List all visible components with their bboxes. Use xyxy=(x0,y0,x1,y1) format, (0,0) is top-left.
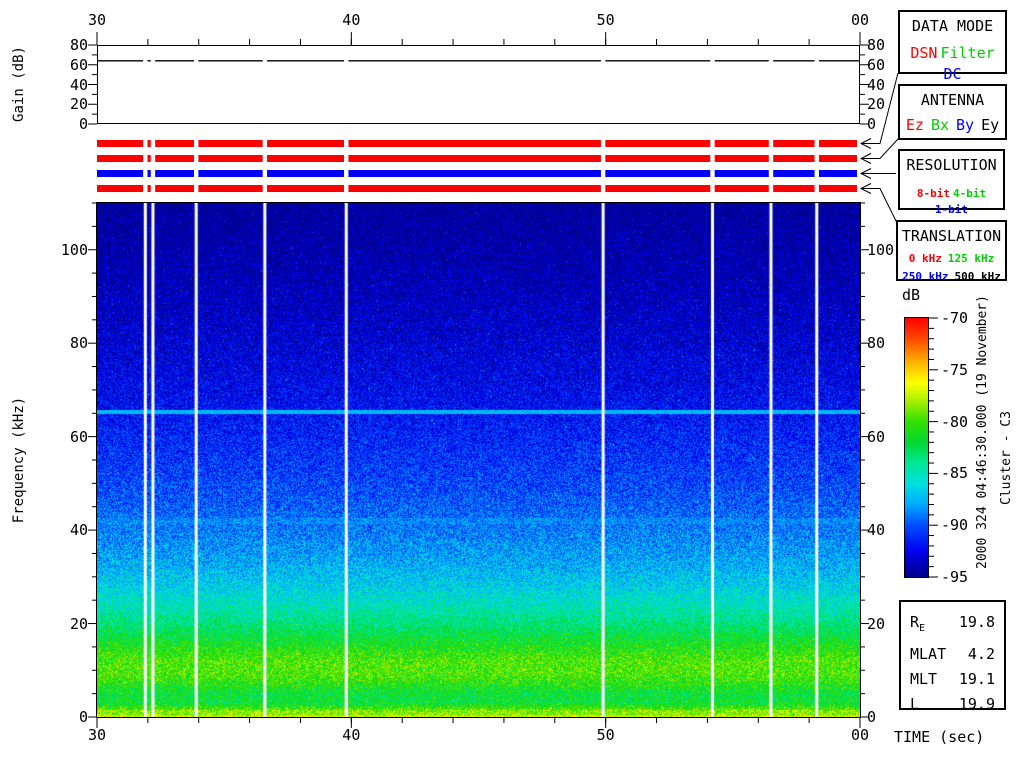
frequency-axis-title: Frequency (kHz) xyxy=(11,390,27,530)
freq-tick-label-left: 20 xyxy=(48,616,88,632)
ephemeris-value: 4.2 xyxy=(968,645,995,663)
callout-arrow-resolution xyxy=(861,169,896,179)
ephemeris-value: 19.9 xyxy=(959,695,995,713)
option-ez: Ez xyxy=(906,116,924,134)
translation-panel: TRANSLATION 0 kHz 125 kHz 250 kHz 500 kHz xyxy=(896,220,1007,281)
data-mode-options: DSN Filter DC xyxy=(900,44,1005,83)
colorbar-tick-label: -75 xyxy=(941,362,981,378)
antenna-options: Ez Bx By Ey xyxy=(900,116,1005,134)
option-bx: Bx xyxy=(931,116,949,134)
gain-tick-label-right: 40 xyxy=(867,77,907,93)
freq-tick-label-left: 0 xyxy=(48,709,88,725)
freq-tick-label-left: 40 xyxy=(48,522,88,538)
option-1-bit: 1-bit xyxy=(935,203,968,216)
option-500-khz: 500 kHz xyxy=(955,270,1001,283)
time-tick-label-top: 30 xyxy=(80,12,114,28)
resolution-panel: RESOLUTION 8-bit 4-bit 1-bit xyxy=(898,149,1005,210)
ephemeris-label: RE xyxy=(910,613,925,638)
ephemeris-row: MLAT 4.2 xyxy=(901,645,1004,663)
ephemeris-label: MLT xyxy=(910,670,937,688)
option-125-khz: 125 kHz xyxy=(948,252,994,265)
freq-tick-label-right: 80 xyxy=(867,335,907,351)
time-tick-label-top: 00 xyxy=(843,12,877,28)
gain-tick-label-right: 80 xyxy=(867,37,907,53)
gain-tick-label-right: 60 xyxy=(867,57,907,73)
ephemeris-panel: RE 19.8 MLAT 4.2 MLT 19.1 L 19.9 xyxy=(899,600,1006,710)
start-datetime-label: 2000 324 04:46:30.000 (19 November) xyxy=(975,286,991,578)
colorbar-tick-label: -90 xyxy=(941,517,981,533)
colorbar-gradient xyxy=(905,318,928,577)
freq-tick-label-right: 20 xyxy=(867,616,907,632)
antenna-panel: ANTENNA Ez Bx By Ey xyxy=(898,84,1007,140)
colorbar-tick-label: -95 xyxy=(941,569,981,585)
option-filter: Filter xyxy=(940,44,994,62)
spectrogram-canvas xyxy=(97,203,860,717)
wbd-plot-page: Gain (dB) Frequency (kHz) 2000 324 04:46… xyxy=(0,0,1024,768)
colorbar-tick-label: -70 xyxy=(941,310,981,326)
freq-tick-label-right: 40 xyxy=(867,522,907,538)
time-tick-label-bottom: 40 xyxy=(334,727,368,743)
ephemeris-label: MLAT xyxy=(910,645,946,663)
colorbar-tick-label: -85 xyxy=(941,465,981,481)
option-ey: Ey xyxy=(981,116,999,134)
gain-plot-frame xyxy=(97,45,860,124)
freq-tick-label-left: 100 xyxy=(48,242,88,258)
translation-options: 0 kHz 125 kHz 250 kHz 500 kHz xyxy=(898,252,1005,283)
time-tick-label-bottom: 30 xyxy=(80,727,114,743)
option-dc: DC xyxy=(943,65,961,83)
option-8-bit: 8-bit xyxy=(917,187,950,200)
option-dsn: DSN xyxy=(910,44,937,62)
ephemeris-row: L 19.9 xyxy=(901,695,1004,713)
option-4-bit: 4-bit xyxy=(953,187,986,200)
option-250-khz: 250 kHz xyxy=(902,270,948,283)
option-0-khz: 0 kHz xyxy=(909,252,942,265)
translation-title: TRANSLATION xyxy=(898,227,1005,245)
resolution-title: RESOLUTION xyxy=(900,156,1003,174)
callout-arrow-translation xyxy=(861,184,896,222)
gain-tick-label-right: 20 xyxy=(867,96,907,112)
gain-tick-label-left: 40 xyxy=(48,77,88,93)
freq-tick-label-right: 100 xyxy=(867,242,907,258)
colorbar-tick-label: -80 xyxy=(941,414,981,430)
time-tick-label-bottom: 00 xyxy=(843,727,877,743)
freq-tick-label-left: 80 xyxy=(48,335,88,351)
data-mode-title: DATA MODE xyxy=(900,17,1005,35)
gain-tick-label-left: 80 xyxy=(48,37,88,53)
callout-arrow-antenna xyxy=(861,139,898,164)
ephemeris-row: RE 19.8 xyxy=(901,613,1004,638)
ephemeris-value: 19.1 xyxy=(959,670,995,688)
ephemeris-value: 19.8 xyxy=(959,613,995,638)
resolution-options: 8-bit 4-bit 1-bit xyxy=(900,187,1003,216)
ephemeris-rows: RE 19.8 MLAT 4.2 MLT 19.1 L 19.9 xyxy=(901,613,1004,713)
time-tick-label-top: 50 xyxy=(589,12,623,28)
gain-tick-label-left: 60 xyxy=(48,57,88,73)
time-axis-title: TIME (sec) xyxy=(894,728,984,746)
freq-tick-label-right: 60 xyxy=(867,429,907,445)
ephemeris-label: L xyxy=(910,695,919,713)
data-mode-panel: DATA MODE DSN Filter DC xyxy=(898,10,1007,74)
gain-tick-label-left: 0 xyxy=(48,116,88,132)
antenna-title: ANTENNA xyxy=(900,91,1005,109)
gain-axis-title: Gain (dB) xyxy=(11,39,27,129)
option-by: By xyxy=(956,116,974,134)
freq-tick-label-left: 60 xyxy=(48,429,88,445)
time-tick-label-bottom: 50 xyxy=(589,727,623,743)
time-tick-label-top: 40 xyxy=(334,12,368,28)
freq-tick-label-right: 0 xyxy=(867,709,907,725)
gain-tick-label-right: 0 xyxy=(867,116,907,132)
colorbar-units-label: dB xyxy=(902,286,920,304)
ephemeris-row: MLT 19.1 xyxy=(901,670,1004,688)
gain-tick-label-left: 20 xyxy=(48,96,88,112)
spacecraft-label: Cluster - C3 xyxy=(999,408,1015,508)
